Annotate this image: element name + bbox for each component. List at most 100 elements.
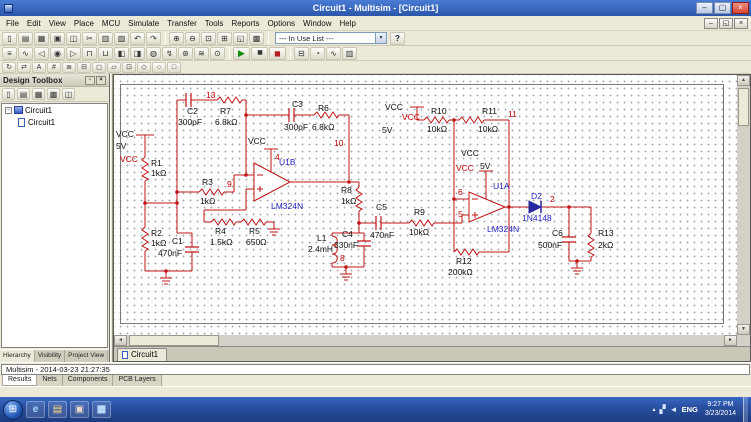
dropdown-arrow-icon[interactable]: ▼	[375, 33, 386, 43]
circuit-label[interactable]: 5V	[116, 142, 126, 151]
menu-item[interactable]: Place	[70, 16, 98, 31]
toolbar-icon[interactable]: ∿	[18, 47, 33, 60]
menu-item[interactable]: Simulate	[124, 16, 163, 31]
toolbar-icon[interactable]: ⊛	[178, 47, 193, 60]
toolbox-toolbar-icon[interactable]: ▩	[47, 88, 60, 100]
toolbox-toolbar-icon[interactable]: ▯	[2, 88, 15, 100]
toolbar-icon[interactable]: ↯	[162, 47, 177, 60]
scroll-down-icon[interactable]: ▼	[737, 324, 750, 335]
circuit-label[interactable]: R10	[431, 107, 447, 116]
mdi-restore-button[interactable]: ◱	[719, 18, 733, 29]
run-simulation-button[interactable]: ▶	[233, 47, 250, 60]
toolbar-icon[interactable]: ⊖	[185, 32, 200, 45]
instrument-icon[interactable]: ▥	[342, 47, 357, 60]
maximize-button[interactable]: ▢	[714, 2, 731, 14]
toolbar-icon[interactable]: ▧	[114, 32, 129, 45]
tab-visibility[interactable]: Visibility	[35, 350, 65, 362]
circuit-label[interactable]: VCC	[116, 130, 134, 139]
tab-nets[interactable]: Nets	[37, 375, 62, 386]
tray-expand-icon[interactable]: ▴	[652, 406, 655, 413]
menu-item[interactable]: View	[45, 16, 70, 31]
toolbar-icon[interactable]: ◻	[92, 62, 106, 73]
circuit-label[interactable]: 10	[334, 139, 343, 148]
taskbar-app-icon[interactable]: ▣	[70, 401, 89, 418]
toolbar-icon[interactable]: ◫	[66, 32, 81, 45]
toolbar-icon[interactable]: ◉	[50, 47, 65, 60]
circuit-label[interactable]: 300pF	[284, 123, 308, 132]
circuit-label[interactable]: R8	[341, 186, 352, 195]
toolbar-icon[interactable]: ≣	[62, 62, 76, 73]
mdi-minimize-button[interactable]: –	[704, 18, 718, 29]
circuit-label[interactable]: L1	[317, 234, 326, 243]
taskbar-app-icon[interactable]: ▤	[48, 401, 67, 418]
schematic-sheet[interactable]: VCC5VVCCR11kΩR21kΩC1470nFR31kΩ9R41.5kΩR5…	[114, 75, 737, 335]
menu-item[interactable]: Transfer	[163, 16, 201, 31]
toolbar-icon[interactable]: ▤	[18, 32, 33, 45]
circuit-label[interactable]: C6	[552, 229, 563, 238]
toolbar-icon[interactable]: ⊓	[82, 47, 97, 60]
toolbar-icon[interactable]: ◨	[130, 47, 145, 60]
toolbar-icon[interactable]: A	[32, 62, 46, 73]
circuit-label[interactable]: 6.8kΩ	[215, 118, 237, 127]
vertical-scrollbar[interactable]: ▲ ▼	[737, 75, 750, 335]
toolbar-icon[interactable]: ✂	[82, 32, 97, 45]
tab-hierarchy[interactable]: Hierarchy	[0, 350, 35, 362]
toolbar-icon[interactable]: ⊟	[77, 62, 91, 73]
scroll-left-icon[interactable]: ◄	[114, 335, 127, 346]
toolbox-toolbar-icon[interactable]: ◫	[62, 88, 75, 100]
toolbar-icon[interactable]: ▣	[50, 32, 65, 45]
circuit-label[interactable]: VCC	[461, 149, 479, 158]
circuit-label[interactable]: C1	[172, 237, 183, 246]
tree-expander-icon[interactable]: −	[5, 107, 12, 114]
minimize-button[interactable]: –	[696, 2, 713, 14]
circuit-label[interactable]: R13	[598, 229, 614, 238]
start-button[interactable]: ⊞	[3, 400, 23, 420]
toolbar-icon[interactable]: ◇	[137, 62, 151, 73]
toolbar-icon[interactable]: ⊙	[210, 47, 225, 60]
circuit-label[interactable]: R4	[215, 227, 226, 236]
circuit-label[interactable]: 1kΩ	[151, 239, 166, 248]
vertical-scroll-thumb[interactable]	[738, 88, 749, 126]
circuit-label[interactable]: VCC	[120, 155, 138, 164]
circuit-label[interactable]: 470nF	[370, 231, 394, 240]
circuit-label[interactable]: 650Ω	[246, 238, 267, 247]
scroll-up-icon[interactable]: ▲	[737, 75, 750, 86]
toolbar-icon[interactable]: ▷	[66, 47, 81, 60]
close-button[interactable]: ×	[732, 2, 749, 14]
scroll-right-icon[interactable]: ►	[724, 335, 737, 346]
circuit-label[interactable]: 1kΩ	[341, 197, 356, 206]
circuit-label[interactable]: C4	[342, 230, 353, 239]
menu-item[interactable]: Options	[263, 16, 299, 31]
toolbar-icon[interactable]: ⊕	[169, 32, 184, 45]
circuit-label[interactable]: 13	[206, 91, 215, 100]
circuit-label[interactable]: 500nF	[538, 241, 562, 250]
tab-results[interactable]: Results	[2, 375, 37, 386]
toolbar-icon[interactable]: □	[167, 62, 181, 73]
circuit-label[interactable]: VCC	[248, 137, 266, 146]
circuit-label[interactable]: 2kΩ	[598, 241, 613, 250]
tab-project-view[interactable]: Project View	[65, 350, 108, 362]
circuit-label[interactable]: R5	[249, 227, 260, 236]
circuit-label[interactable]: 10kΩ	[478, 125, 498, 134]
toolbox-toolbar-icon[interactable]: ▤	[17, 88, 30, 100]
toolbar-icon[interactable]: ⊡	[122, 62, 136, 73]
toolbar-icon[interactable]: ≡	[2, 47, 17, 60]
toolbar-icon[interactable]: ⊔	[98, 47, 113, 60]
sheet-tab-circuit1[interactable]: Circuit1	[117, 348, 167, 361]
menu-item[interactable]: Window	[299, 16, 335, 31]
circuit-label[interactable]: 6.8kΩ	[312, 123, 334, 132]
circuit-label[interactable]: 9	[227, 180, 232, 189]
circuit-label[interactable]: 10kΩ	[409, 228, 429, 237]
toolbar-icon[interactable]: ◱	[233, 32, 248, 45]
circuit-label[interactable]: 470nF	[158, 249, 182, 258]
mdi-close-button[interactable]: ×	[734, 18, 748, 29]
toolbar-icon[interactable]: ▥	[98, 32, 113, 45]
tray-icon[interactable]: ▞	[660, 405, 666, 414]
circuit-label[interactable]: LM324N	[487, 225, 519, 234]
tray-icon[interactable]: ◄	[670, 405, 678, 414]
circuit-label[interactable]: R9	[414, 208, 425, 217]
menu-item[interactable]: Reports	[227, 16, 263, 31]
taskbar-app-icon[interactable]: e	[26, 401, 45, 418]
horizontal-scroll-thumb[interactable]	[129, 335, 219, 346]
help-button[interactable]: ?	[390, 32, 405, 45]
